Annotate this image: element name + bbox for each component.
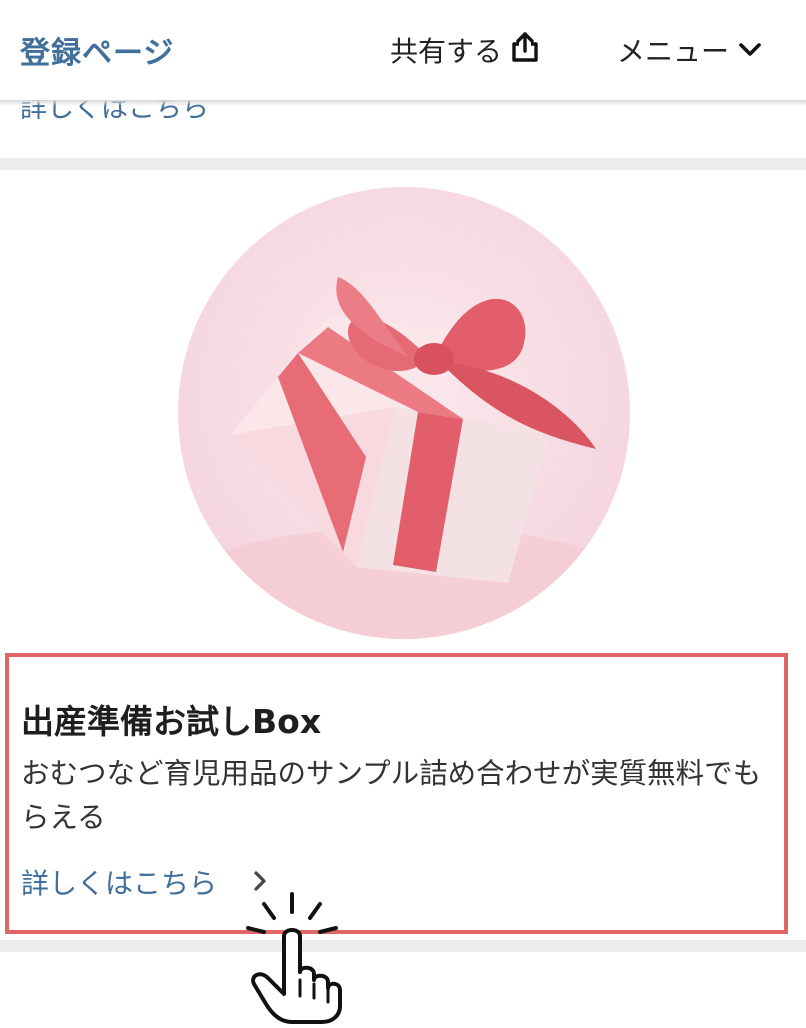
card-title: 出産準備お試しBox: [21, 702, 322, 741]
menu-label: メニュー: [617, 35, 730, 68]
section-divider-bottom: [0, 940, 806, 952]
share-upload-icon: [510, 31, 540, 70]
tap-hand-pointer-icon: [240, 888, 350, 1024]
share-button[interactable]: 共有する: [390, 30, 540, 70]
card-detail-link[interactable]: 詳しくはこちら: [21, 862, 269, 902]
card-detail-link-label: 詳しくはこちら: [21, 867, 218, 900]
gift-box-image[interactable]: [178, 187, 630, 639]
header-shadow: [0, 100, 806, 106]
top-header: 登録ページ 共有する メニュー: [0, 0, 806, 100]
trial-box-card[interactable]: 出産準備お試しBox おむつなど育児用品のサンプル詰め合わせが実質無料でもらえる…: [5, 653, 788, 934]
share-label: 共有する: [390, 35, 503, 68]
page-title-link[interactable]: 登録ページ: [20, 28, 174, 72]
menu-button[interactable]: メニュー: [617, 30, 763, 70]
card-description: おむつなど育児用品のサンプル詰め合わせが実質無料でもらえる: [21, 757, 762, 834]
section-divider: [0, 158, 806, 170]
chevron-down-icon: [737, 34, 763, 67]
